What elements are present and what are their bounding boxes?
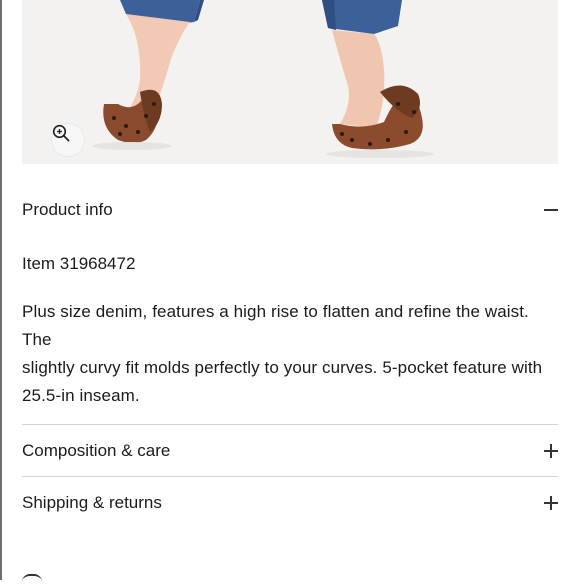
composition-care-header[interactable]: Composition & care — [22, 426, 558, 476]
zoom-in-icon — [52, 124, 70, 142]
product-description: Plus size denim, features a high rise to… — [22, 298, 562, 410]
product-info-header[interactable]: Product info — [22, 185, 558, 235]
plus-icon[interactable] — [544, 444, 558, 458]
product-photo-illustration — [92, 0, 434, 158]
item-number: Item 31968472 — [22, 254, 136, 273]
partial-icon — [22, 574, 42, 586]
shipping-returns-header[interactable]: Shipping & returns — [22, 478, 558, 528]
description-line: 25.5-in inseam. — [22, 386, 140, 405]
product-image[interactable] — [22, 0, 558, 164]
zoom-button[interactable] — [52, 124, 84, 156]
minus-icon[interactable] — [544, 203, 558, 217]
product-info-label: Product info — [22, 200, 113, 219]
plus-icon[interactable] — [544, 496, 558, 510]
window-edge — [0, 0, 2, 580]
description-line: Plus size denim, features a high rise to… — [22, 302, 529, 349]
shipping-returns-label: Shipping & returns — [22, 493, 162, 512]
divider — [22, 424, 558, 425]
divider — [22, 476, 558, 477]
description-line: slightly curvy fit molds perfectly to yo… — [22, 358, 543, 377]
composition-care-label: Composition & care — [22, 441, 171, 460]
